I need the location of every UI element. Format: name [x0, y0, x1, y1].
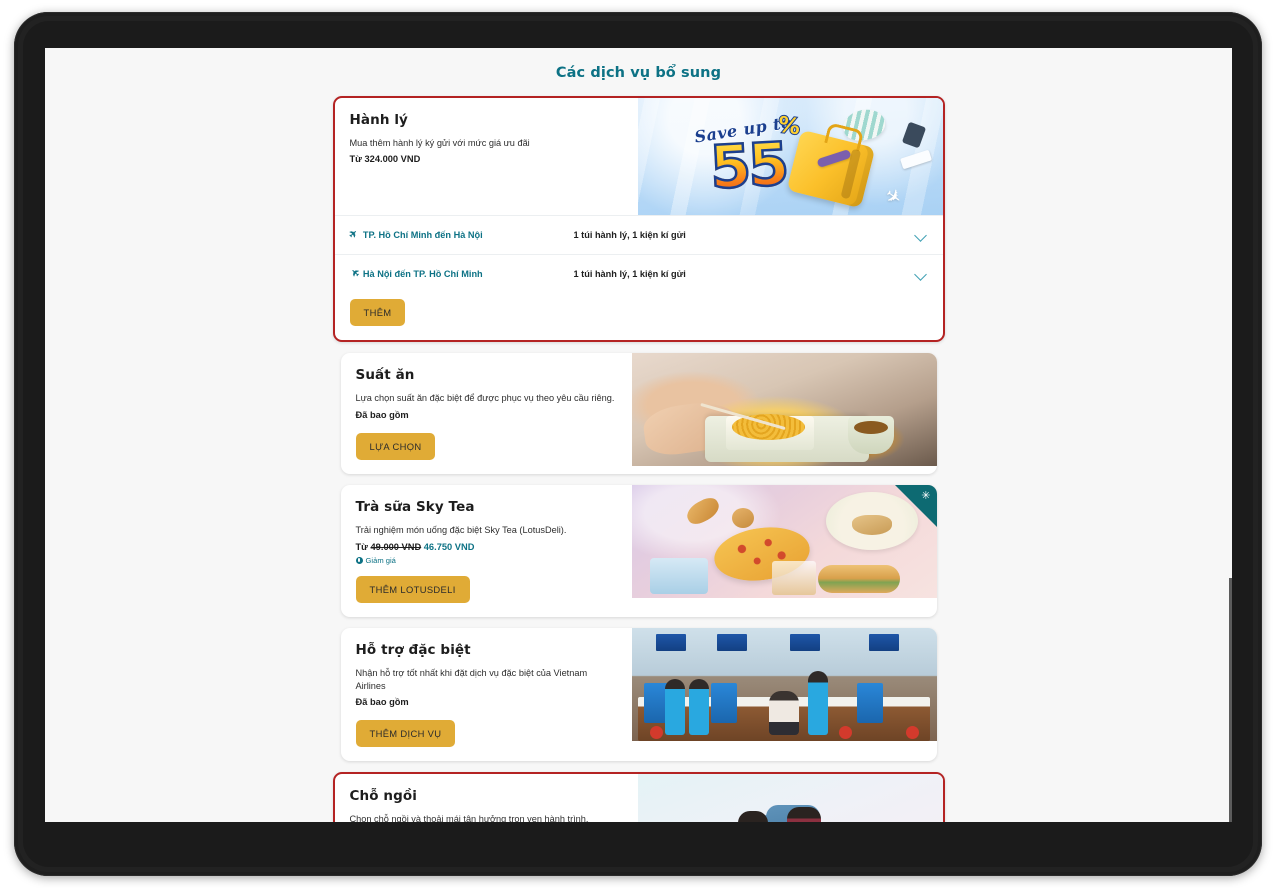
plane-arrival-icon: ✈ [347, 266, 361, 281]
chevron-down-icon-return[interactable] [915, 268, 927, 280]
add-lotusdeli-button[interactable]: THÊM LOTUSDELI [355, 575, 470, 604]
staff-figure-3 [808, 671, 829, 736]
service-card-baggage[interactable]: Hành lý Mua thêm hành lý ký gửi với mức … [332, 96, 945, 343]
fids-screen-4 [869, 634, 900, 652]
assistance-description: Nhận hỗ trợ tốt nhất khi đặt dịch vụ đặc… [355, 668, 588, 691]
iced-drinks-shape [771, 561, 816, 596]
skytea-discount-badge: Giảm giá [355, 555, 616, 565]
skytea-description: Trải nghiệm món uống đặc biệt Sky Tea (L… [355, 525, 567, 536]
services-list: Hành lý Mua thêm hành lý ký gửi với mức … [332, 96, 945, 822]
skytea-price-discounted: 46.750 VND [423, 541, 475, 552]
meal-price: Đã bao gồm [355, 409, 409, 420]
flight-route-outbound: ✈ TP. Hồ Chí Minh đến Hà Nội [346, 227, 574, 242]
flight-row-return[interactable]: ✈ Hà Nội đến TP. Hồ Chí Minh 1 túi hành … [335, 255, 943, 293]
flight-row-outbound[interactable]: ✈ TP. Hồ Chí Minh đến Hà Nội 1 túi hành … [334, 216, 943, 255]
meal-card-text: Suất ăn Lựa chọn suất ăn đặc biệt để đượ… [341, 353, 632, 474]
assistance-title: Hỗ trợ đặc biệt [355, 642, 471, 659]
service-card-seat[interactable]: Chỗ ngồi Chọn chỗ ngồi và thoải mái tận … [332, 772, 945, 822]
seat-card-text: Chỗ ngồi Chọn chỗ ngồi và thoải mái tận … [335, 774, 638, 822]
drink-cups-shape [649, 558, 708, 595]
flight-route-outbound-label: TP. Hồ Chí Minh đến Hà Nội [362, 230, 483, 240]
bollard-1 [649, 726, 663, 740]
banner-percent-symbol: % [775, 112, 802, 142]
chevron-down-icon-outbound[interactable] [915, 229, 927, 241]
baggage-card-body: Hành lý Mua thêm hành lý ký gửi với mức … [335, 98, 943, 215]
seat-photo [637, 774, 943, 822]
banner-save-amount: 55 [706, 128, 788, 203]
baggage-promo-banner: Save up to 55 % ✈ [637, 98, 943, 215]
seat-title: Chỗ ngồi [349, 788, 417, 805]
fids-screen-3 [790, 634, 821, 652]
add-assistance-button[interactable]: THÊM DỊCH VỤ [355, 719, 456, 748]
counter-panel-3 [857, 683, 884, 724]
staff-figure-2 [689, 679, 710, 736]
bollard-2 [838, 726, 852, 740]
page-scroll-area[interactable]: Các dịch vụ bổ sung Hành lý Mua thêm hàn… [45, 48, 1232, 822]
baggage-title: Hành lý [349, 112, 408, 128]
baggage-flight-rows: ✈ TP. Hồ Chí Minh đến Hà Nội 1 túi hành … [334, 215, 943, 293]
meal-card-body: Suất ăn Lựa chọn suất ăn đặc biệt để đượ… [341, 353, 937, 474]
passenger-woman-shape [738, 811, 769, 822]
service-card-skytea[interactable]: Trà sữa Sky Tea Trải nghiệm món uống đặc… [340, 485, 937, 618]
meal-title: Suất ăn [355, 367, 415, 384]
assistance-price: Đã bao gồm [355, 696, 409, 707]
service-card-assistance[interactable]: Hỗ trợ đặc biệt Nhận hỗ trợ tốt nhất khi… [340, 628, 937, 762]
meal-cup-shape [847, 416, 894, 455]
seat-description: Chọn chỗ ngồi và thoải mái tận hưởng trọ… [349, 814, 589, 822]
service-card-meal[interactable]: Suất ăn Lựa chọn suất ăn đặc biệt để đượ… [340, 353, 937, 475]
croissant-shape [683, 494, 724, 528]
skytea-photo: ✳ [631, 485, 937, 599]
skytea-card-body: Trà sữa Sky Tea Trải nghiệm món uống đặc… [341, 485, 937, 617]
bun-shape [732, 507, 755, 528]
add-baggage-button[interactable]: THÊM [349, 299, 406, 327]
skytea-title: Trà sữa Sky Tea [355, 499, 475, 516]
fids-screen-1 [655, 634, 686, 652]
flight-route-return: ✈ Hà Nội đến TP. Hồ Chí Minh [347, 266, 574, 281]
skytea-card-text: Trà sữa Sky Tea Trải nghiệm món uống đặc… [341, 485, 632, 617]
meal-photo [631, 353, 937, 467]
assistance-card-text: Hỗ trợ đặc biệt Nhận hỗ trợ tốt nhất khi… [341, 628, 632, 761]
bollard-3 [906, 726, 919, 740]
flight-allowance-return: 1 túi hành lý, 1 kiện kí gửi [573, 269, 686, 279]
select-meal-button[interactable]: LỰA CHỌN [355, 432, 436, 461]
skytea-discount-label: Giảm giá [365, 555, 396, 565]
promo-badge-icon: ✳ [921, 490, 931, 503]
browser-viewport: Các dịch vụ bổ sung Hành lý Mua thêm hàn… [45, 48, 1232, 822]
discount-icon [355, 556, 363, 564]
baggage-card-text: Hành lý Mua thêm hành lý ký gửi với mức … [335, 98, 638, 215]
page-scrollbar[interactable] [1229, 48, 1232, 822]
fids-screen-2 [716, 634, 747, 652]
plane-departure-icon: ✈ [346, 227, 361, 242]
assistance-photo [631, 628, 937, 742]
skytea-price: Từ 49.000 VND 46.750 VND [356, 541, 616, 554]
counter-panel-2 [710, 683, 737, 724]
passenger-man-shape [786, 807, 821, 822]
flight-allowance-outbound: 1 túi hành lý, 1 kiện kí gửi [573, 230, 686, 240]
page-title: Các dịch vụ bổ sung [555, 65, 722, 81]
seat-card-body: Chỗ ngồi Chọn chỗ ngồi và thoải mái tận … [335, 774, 943, 822]
assistance-card-body: Hỗ trợ đặc biệt Nhận hỗ trợ tốt nhất khi… [341, 628, 937, 761]
baggage-price: Từ 324.000 VND [349, 154, 421, 165]
staff-figure-1 [665, 679, 686, 736]
baggage-description: Mua thêm hành lý ký gửi với mức giá ưu đ… [349, 138, 530, 148]
flight-route-return-label: Hà Nội đến TP. Hồ Chí Minh [362, 269, 483, 279]
skytea-price-prefix: Từ [355, 541, 368, 552]
sandwich-shape [817, 565, 900, 594]
meal-description: Lựa chọn suất ăn đặc biệt để được phục v… [355, 393, 615, 404]
skytea-price-original: 49.000 VND [370, 541, 422, 552]
scrollbar-thumb[interactable] [1229, 578, 1232, 822]
passenger-figure [768, 691, 799, 736]
baggage-actions: THÊM [335, 293, 943, 340]
